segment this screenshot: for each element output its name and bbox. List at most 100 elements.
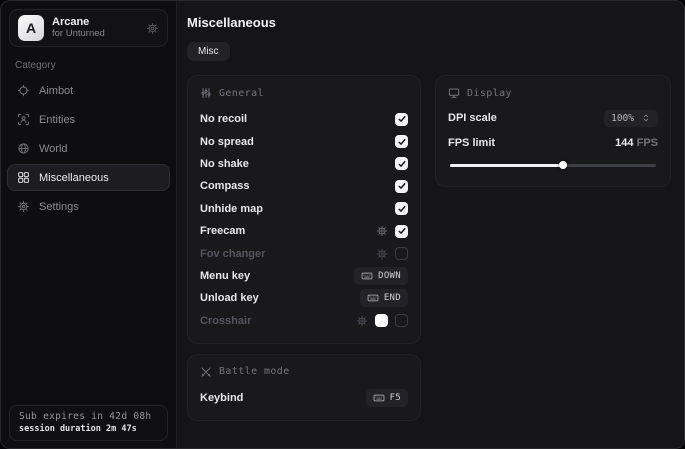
- fps-limit-value: 144 FPS: [615, 137, 658, 149]
- gear-icon[interactable]: [376, 225, 388, 237]
- sidebar: A Arcane for Unturned Category Aimbot Ent…: [1, 1, 177, 448]
- setting-row-compass: Compass: [200, 175, 408, 197]
- setting-row-menu-key: Menu keyDOWN: [200, 265, 408, 287]
- setting-label: No shake: [200, 158, 249, 170]
- checkbox[interactable]: [395, 113, 408, 126]
- sidebar-item-label: Entities: [39, 114, 75, 126]
- gear-icon: [17, 200, 30, 213]
- setting-row-unload-key: Unload key END: [200, 287, 408, 309]
- setting-controls: [395, 113, 408, 126]
- battle-keybind-row: Keybind F5: [200, 387, 408, 409]
- setting-row-fov-changer: Fov changer: [200, 242, 408, 264]
- app-title: Arcane: [52, 16, 138, 29]
- setting-controls: END: [360, 289, 408, 307]
- sidebar-item-entities[interactable]: Entities: [7, 106, 170, 133]
- keyboard-icon: [367, 292, 379, 304]
- setting-controls: [395, 157, 408, 170]
- chevrons-updown-icon: [641, 113, 651, 123]
- session-duration-text: session duration 2m 47s: [19, 424, 158, 434]
- keyboard-icon: [373, 392, 385, 404]
- battle-keybind-value: F5: [390, 393, 401, 403]
- right-column: Display DPI scale 100% FPS limit 144 FPS: [435, 75, 671, 187]
- setting-row-no-shake: No shake: [200, 153, 408, 175]
- keybind-value: END: [384, 293, 401, 303]
- general-rows: No recoil No spread No shake Compass Unhide …: [200, 108, 408, 332]
- checkbox[interactable]: [395, 135, 408, 148]
- brand-card: A Arcane for Unturned: [9, 9, 168, 47]
- fps-limit-label: FPS limit: [448, 137, 495, 149]
- gear-icon[interactable]: [376, 248, 388, 260]
- grid-icon: [17, 171, 30, 184]
- slider-fill: [450, 164, 563, 167]
- checkbox[interactable]: [395, 225, 408, 238]
- dpi-scale-select[interactable]: 100%: [604, 110, 658, 127]
- page-title: Miscellaneous: [187, 15, 671, 30]
- app-subtitle: for Unturned: [52, 29, 138, 40]
- gear-icon[interactable]: [356, 315, 368, 327]
- fps-limit-row: FPS limit 144 FPS: [448, 133, 658, 153]
- setting-controls: [395, 180, 408, 193]
- fps-unit: FPS: [637, 137, 658, 149]
- monitor-icon: [448, 87, 460, 99]
- checkbox[interactable]: [395, 180, 408, 193]
- setting-label: Unhide map: [200, 203, 263, 215]
- app-window: A Arcane for Unturned Category Aimbot Ent…: [0, 0, 685, 449]
- setting-row-no-recoil: No recoil: [200, 108, 408, 130]
- setting-controls: [376, 247, 408, 260]
- panel-battle-mode: Battle mode Keybind F5: [187, 354, 421, 421]
- category-label: Category: [15, 60, 176, 71]
- panel-battle-header: Battle mode: [200, 366, 408, 378]
- slider-thumb[interactable]: [559, 161, 567, 169]
- dpi-scale-row: DPI scale 100%: [448, 108, 658, 128]
- checkbox[interactable]: [395, 202, 408, 215]
- setting-label: No spread: [200, 136, 254, 148]
- setting-controls: [376, 225, 408, 238]
- sidebar-item-label: Settings: [39, 201, 79, 213]
- panels-area: General No recoil No spread No shake Compas…: [187, 75, 671, 421]
- checkbox[interactable]: [395, 157, 408, 170]
- checkbox[interactable]: [395, 247, 408, 260]
- setting-label: Crosshair: [200, 315, 251, 327]
- setting-controls: [395, 202, 408, 215]
- fps-limit-slider[interactable]: [450, 161, 656, 169]
- panel-battle-title: Battle mode: [219, 366, 290, 377]
- battle-keybind-button[interactable]: F5: [366, 389, 408, 407]
- swords-icon: [200, 366, 212, 378]
- sidebar-item-label: World: [39, 143, 68, 155]
- app-logo: A: [18, 15, 44, 41]
- panel-display: Display DPI scale 100% FPS limit 144 FPS: [435, 75, 671, 187]
- setting-controls: [395, 135, 408, 148]
- setting-row-crosshair: Crosshair: [200, 310, 408, 332]
- panel-general-header: General: [200, 87, 408, 99]
- panel-display-title: Display: [467, 88, 512, 99]
- setting-label: Unload key: [200, 292, 259, 304]
- main-content: Miscellaneous Misc General No recoil No s…: [177, 1, 685, 448]
- setting-label: Freecam: [200, 225, 245, 237]
- panel-display-header: Display: [448, 87, 658, 99]
- sidebar-item-miscellaneous[interactable]: Miscellaneous: [7, 164, 170, 191]
- crosshair-icon: [17, 84, 30, 97]
- color-swatch[interactable]: [375, 314, 388, 327]
- left-column: General No recoil No spread No shake Compas…: [187, 75, 421, 421]
- tab-misc[interactable]: Misc: [187, 42, 230, 61]
- battle-keybind-label: Keybind: [200, 392, 243, 404]
- keybind-button[interactable]: DOWN: [354, 267, 408, 285]
- sidebar-item-label: Miscellaneous: [39, 172, 109, 184]
- settings-gear-icon[interactable]: [146, 22, 159, 35]
- setting-row-freecam: Freecam: [200, 220, 408, 242]
- entities-icon: [17, 113, 30, 126]
- sidebar-item-aimbot[interactable]: Aimbot: [7, 77, 170, 104]
- setting-label: No recoil: [200, 113, 247, 125]
- keyboard-icon: [361, 270, 373, 282]
- keybind-button[interactable]: END: [360, 289, 408, 307]
- checkbox[interactable]: [395, 314, 408, 327]
- dpi-scale-value: 100%: [611, 113, 634, 124]
- panel-general: General No recoil No spread No shake Compas…: [187, 75, 421, 344]
- setting-row-unhide-map: Unhide map: [200, 198, 408, 220]
- setting-controls: DOWN: [354, 267, 408, 285]
- sidebar-item-settings[interactable]: Settings: [7, 193, 170, 220]
- sidebar-item-world[interactable]: World: [7, 135, 170, 162]
- sidebar-nav: Aimbot Entities World Miscellaneous Settings: [1, 77, 176, 220]
- subscription-status-box: Sub expires in 42d 08h session duration …: [9, 405, 168, 441]
- sliders-icon: [200, 87, 212, 99]
